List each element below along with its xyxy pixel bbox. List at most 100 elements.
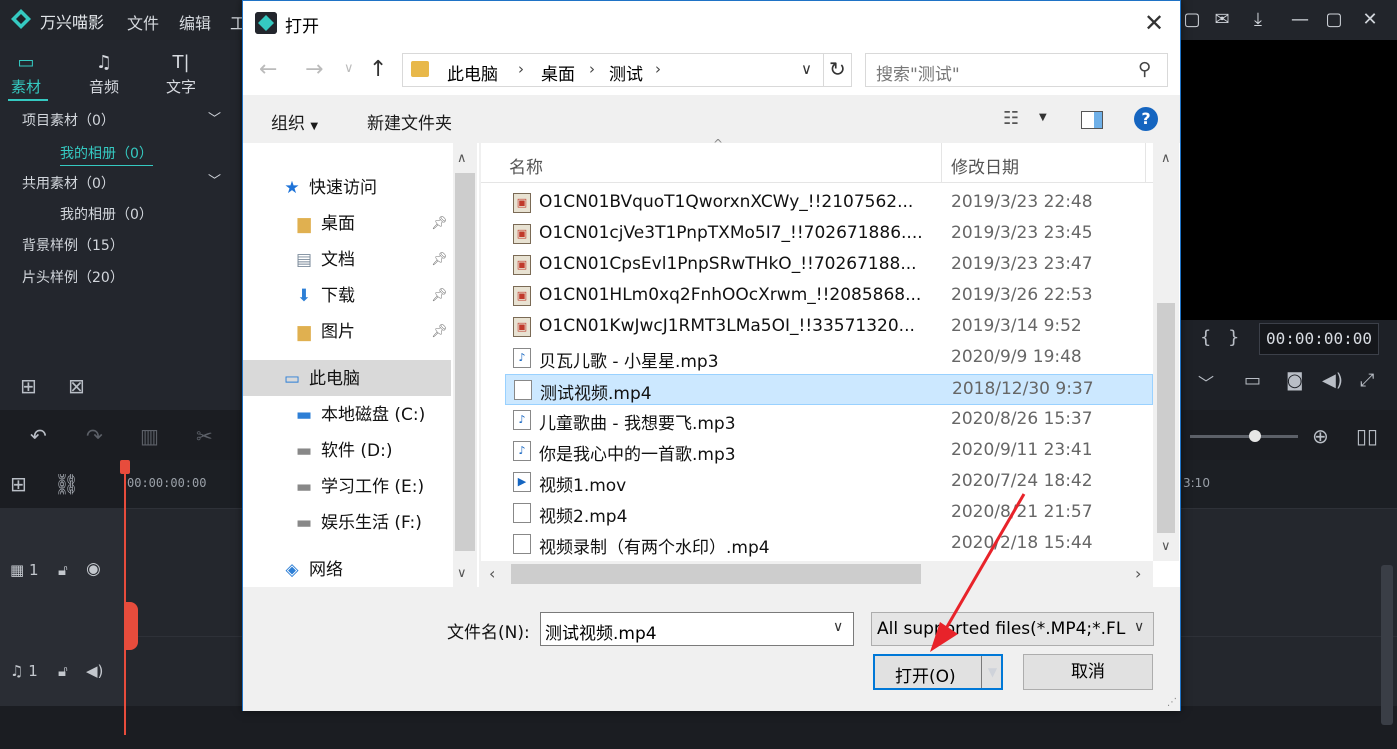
scroll-up-icon[interactable]: ∧ — [1161, 151, 1171, 166]
filetype-select[interactable]: All supported files(*.MP4;*.FL ∨ — [871, 612, 1154, 646]
file-row[interactable]: 视频2.mp4 2020/8/21 21:57 — [505, 498, 1153, 529]
scroll-right-icon[interactable]: › — [1135, 564, 1141, 583]
column-modified[interactable]: 修改日期 — [951, 153, 1019, 178]
scissors-icon[interactable]: ✂ — [196, 424, 213, 448]
column-name[interactable]: 名称 — [509, 153, 543, 178]
chevron-down-icon[interactable]: ∨ — [801, 60, 812, 78]
maximize-icon[interactable]: ▢ — [1322, 8, 1346, 32]
file-row[interactable]: ▣ O1CN01HLm0xq2FnhOOcXrwm_!!2085868... 201… — [505, 281, 1153, 312]
resize-grip-icon[interactable]: ⋰ — [1167, 697, 1177, 708]
column-divider[interactable] — [1145, 143, 1146, 183]
eye-icon[interactable]: ◉ — [86, 559, 101, 579]
nav-desktop[interactable]: ▆ 桌面 — [293, 209, 355, 239]
nav-documents[interactable]: ▤ 文档 — [293, 245, 355, 275]
file-row[interactable]: ▣ O1CN01cjVe3T1PnpTXMo5I7_!!702671886....… — [505, 219, 1153, 250]
view-details-icon[interactable]: ☷ — [1003, 108, 1019, 129]
refresh-icon[interactable]: ↻ — [829, 57, 846, 81]
minimize-icon[interactable]: — — [1288, 8, 1312, 32]
speaker-icon[interactable]: ◀) — [86, 662, 103, 680]
column-divider[interactable] — [941, 143, 942, 183]
volume-icon[interactable]: ◀) — [1322, 370, 1343, 391]
address-bar[interactable]: 此电脑 › 桌面 › 测试 › ∨ ↻ — [402, 53, 852, 87]
nav-drive-c[interactable]: ▬ 本地磁盘 (C:) — [293, 400, 425, 430]
mark-out-icon[interactable]: } — [1228, 327, 1239, 348]
add-track-icon[interactable]: ⊞ — [10, 472, 27, 496]
file-row[interactable]: 视频录制（有两个水印）.mp4 2020/2/18 15:44 — [505, 529, 1153, 560]
undo-icon[interactable]: ↶ — [30, 424, 47, 448]
tab-audio[interactable]: ♫ 音频 — [74, 52, 134, 97]
new-folder-icon[interactable]: ⊞ — [20, 374, 37, 398]
caret-down-icon[interactable]: ▼ — [1039, 112, 1047, 123]
nav-drive-d[interactable]: ▬ 软件 (D:) — [293, 436, 393, 466]
open-dropdown-caret-icon[interactable]: ▼ — [981, 656, 1003, 688]
search-icon[interactable]: ⚲ — [1138, 59, 1151, 80]
split-view-icon[interactable]: ▯▯ — [1356, 424, 1378, 448]
lock-icon[interactable]: 🔓︎ — [58, 662, 68, 680]
back-arrow-icon[interactable]: ← — [259, 57, 277, 82]
timeline-scrollbar[interactable] — [1381, 565, 1393, 725]
chevron-down-icon[interactable]: ∨ — [344, 61, 354, 76]
nav-scrollbar-thumb[interactable] — [455, 173, 475, 551]
fullscreen-icon[interactable]: ⤢ — [1360, 370, 1374, 391]
file-row[interactable]: ♪ 儿童歌曲 - 我想要飞.mp3 2020/8/26 15:37 — [505, 405, 1153, 436]
chevron-right-icon[interactable]: › — [655, 60, 661, 78]
nav-this-pc[interactable]: ▭ 此电脑 — [281, 364, 360, 394]
scroll-left-icon[interactable]: ‹ — [489, 564, 495, 583]
playhead[interactable] — [124, 460, 126, 735]
breadcrumb-this-pc[interactable]: 此电脑 — [447, 60, 498, 85]
file-row[interactable]: 测试视频.mp4 2018/12/30 9:37 — [505, 374, 1153, 405]
chevron-down-icon[interactable]: ﹀ — [208, 108, 221, 127]
scroll-up-icon[interactable]: ∧ — [457, 151, 467, 166]
scroll-down-icon[interactable]: ∨ — [457, 566, 467, 581]
up-arrow-icon[interactable]: ↑ — [369, 57, 387, 82]
chevron-down-icon[interactable]: ﹀ — [208, 170, 221, 189]
app-close-icon[interactable]: ✕ — [1358, 8, 1382, 32]
file-row[interactable]: ♪ 你是我心中的一首歌.mp3 2020/9/11 23:41 — [505, 436, 1153, 467]
playhead-knob[interactable] — [120, 460, 130, 474]
file-row[interactable]: ♪ 贝瓦儿歌 - 小星星.mp3 2020/9/9 19:48 — [505, 343, 1153, 374]
organize-button[interactable]: 组织 ▼ — [271, 109, 318, 134]
file-row[interactable]: ▣ O1CN01KwJwcJ1RMT3LMa5OI_!!33571320... 20… — [505, 312, 1153, 343]
library-project-media[interactable]: 项目素材（0） — [22, 110, 115, 130]
delete-folder-icon[interactable]: ⊠ — [68, 374, 85, 398]
display-settings-icon[interactable]: ▭ — [1244, 370, 1261, 391]
library-project-album[interactable]: 我的相册（0） — [60, 143, 153, 166]
trash-icon[interactable]: ▥ — [140, 424, 159, 448]
playhead-cut-handle[interactable] — [124, 602, 138, 650]
menu-file[interactable]: 文件 — [127, 10, 159, 34]
preview-pane-icon[interactable] — [1081, 111, 1103, 129]
app-save-icon[interactable]: ▢ — [1180, 8, 1204, 32]
lock-icon[interactable]: 🔓︎ — [58, 561, 68, 579]
link-icon[interactable]: ⛓ — [54, 472, 79, 496]
breadcrumb-desktop[interactable]: 桌面 — [541, 60, 575, 85]
chevron-down-icon[interactable]: ∨ — [833, 619, 843, 635]
search-input[interactable]: 搜索"测试" ⚲ — [865, 53, 1168, 87]
file-list-hscroll-thumb[interactable] — [511, 564, 921, 584]
scroll-down-icon[interactable]: ∨ — [1161, 539, 1171, 554]
redo-icon[interactable]: ↷ — [86, 424, 103, 448]
chevron-down-icon[interactable]: ﹀ — [1198, 370, 1214, 394]
chevron-right-icon[interactable]: › — [518, 60, 524, 78]
library-intros[interactable]: 片头样例（20） — [22, 267, 124, 287]
zoom-slider-handle[interactable] — [1249, 430, 1261, 442]
forward-arrow-icon[interactable]: → — [305, 57, 323, 82]
cancel-button[interactable]: 取消 — [1023, 654, 1153, 690]
breadcrumb-test[interactable]: 测试 — [609, 60, 643, 85]
library-shared-media[interactable]: 共用素材（0） — [22, 173, 115, 193]
open-button[interactable]: 打开(O) ▼ — [873, 654, 1003, 690]
nav-pictures[interactable]: ▆ 图片 — [293, 317, 355, 347]
menu-edit[interactable]: 编辑 — [179, 10, 211, 34]
mail-icon[interactable]: ✉ — [1210, 8, 1234, 32]
file-row[interactable]: ▣ O1CN01BVquoT1QworxnXCWy_!!2107562... 201… — [505, 188, 1153, 219]
pin-icon[interactable]: 📌︎ — [431, 288, 448, 303]
download-icon[interactable]: ⤓ — [1246, 8, 1270, 32]
nav-network[interactable]: ◈ 网络 — [281, 555, 343, 585]
library-shared-album[interactable]: 我的相册（0） — [60, 204, 153, 224]
new-folder-button[interactable]: 新建文件夹 — [367, 109, 452, 134]
pin-icon[interactable]: 📌︎ — [431, 252, 448, 267]
file-list-vscroll-thumb[interactable] — [1157, 303, 1175, 533]
library-backgrounds[interactable]: 背景样例（15） — [22, 235, 124, 255]
pin-icon[interactable]: 📌︎ — [431, 216, 448, 231]
file-row[interactable]: ▣ O1CN01CpsEvl1PnpSRwTHkO_!!70267188... 20… — [505, 250, 1153, 281]
nav-drive-e[interactable]: ▬ 学习工作 (E:) — [293, 472, 424, 502]
